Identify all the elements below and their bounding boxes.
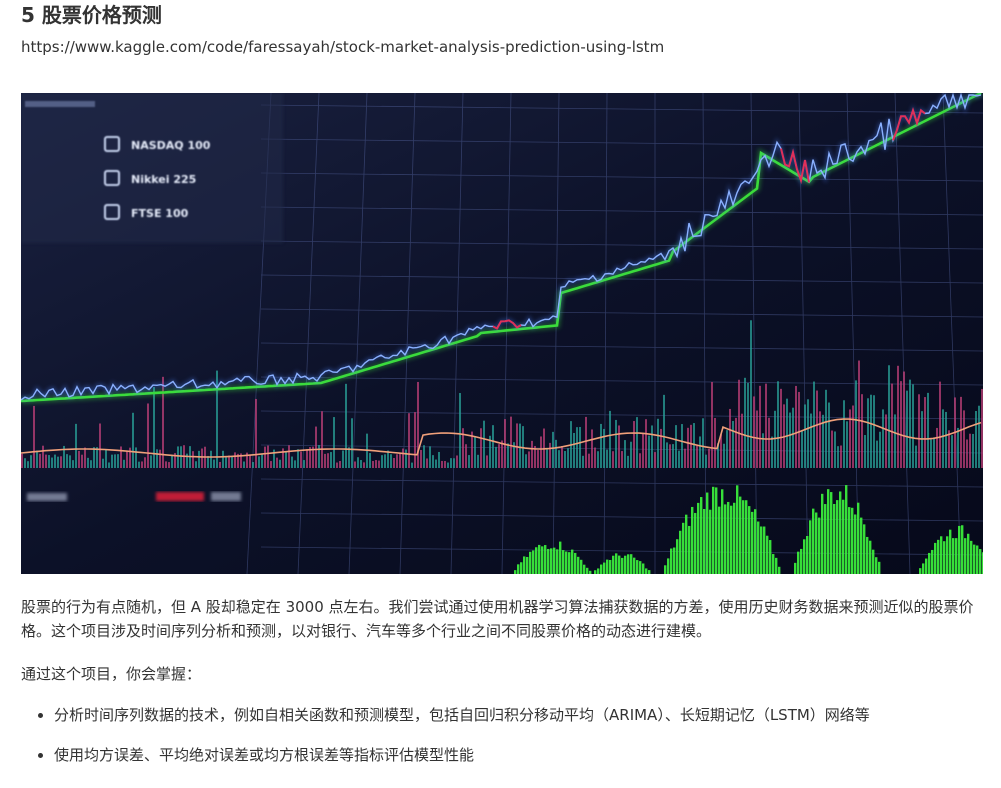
svg-text:FTSE 100: FTSE 100 xyxy=(131,207,189,220)
list-item: 分析时间序列数据的技术，例如自相关函数和预测模型，包括自回归积分移动平均（ARI… xyxy=(21,703,983,727)
stock-chart-graphic: NASDAQ 100 Nikkei 225 FTSE 100 xyxy=(21,93,983,574)
article-section: 5 股票价格预测 https://www.kaggle.com/code/far… xyxy=(0,0,1001,57)
svg-text:NASDAQ 100: NASDAQ 100 xyxy=(131,139,211,152)
bullet-dot-icon xyxy=(38,753,43,758)
section-title: 5 股票价格预测 xyxy=(21,3,162,27)
bullet-dot-icon xyxy=(38,713,43,718)
svg-text:Nikkei 225: Nikkei 225 xyxy=(131,173,196,186)
learn-list: 分析时间序列数据的技术，例如自相关函数和预测模型，包括自回归积分移动平均（ARI… xyxy=(21,703,983,767)
list-item: 使用均方误差、平均绝对误差或均方根误差等指标评估模型性能 xyxy=(21,743,983,767)
intro-paragraph: 股票的行为有点随机，但 A 股却稳定在 3000 点左右。我们尝试通过使用机器学… xyxy=(21,598,974,640)
stock-chart-image: NASDAQ 100 Nikkei 225 FTSE 100 xyxy=(21,93,983,574)
learn-heading: 通过这个项目，你会掌握： xyxy=(21,665,202,683)
source-link[interactable]: https://www.kaggle.com/code/faressayah/s… xyxy=(21,37,1001,57)
